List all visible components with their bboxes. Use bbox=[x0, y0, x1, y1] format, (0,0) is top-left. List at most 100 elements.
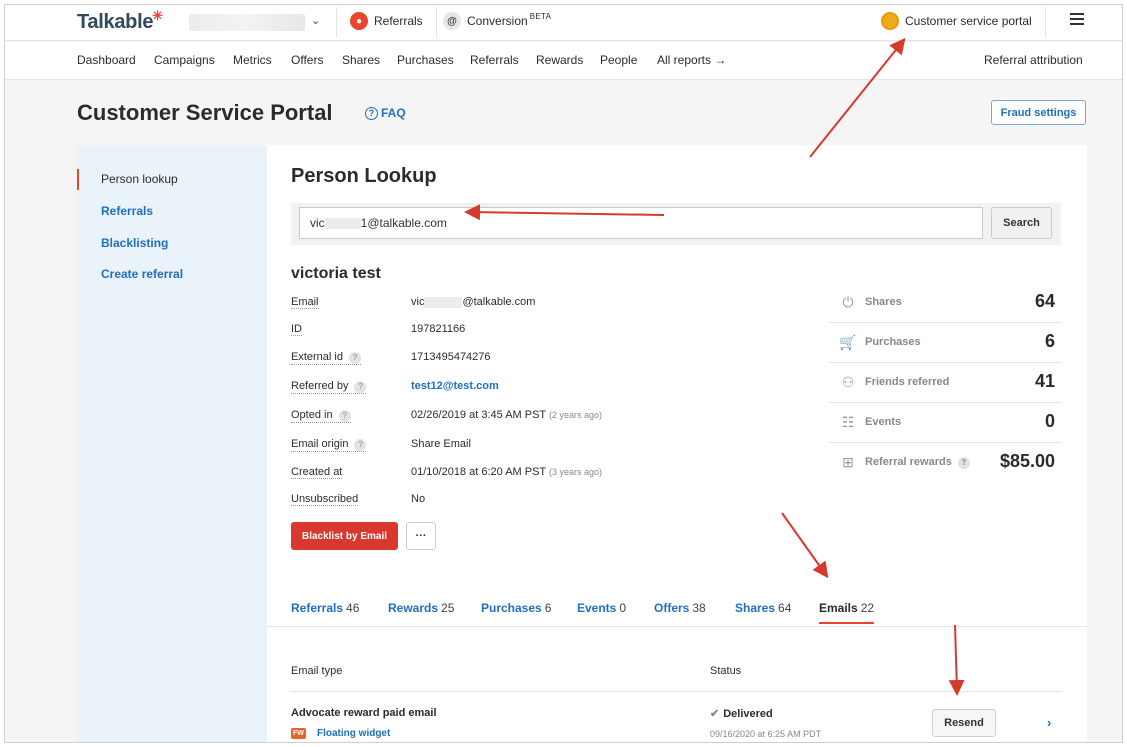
subnav-people[interactable]: People bbox=[600, 53, 637, 67]
field-label: Email origin? bbox=[291, 438, 367, 452]
divider bbox=[291, 691, 1061, 692]
subnav-offers[interactable]: Offers bbox=[291, 53, 323, 67]
hamburger-icon[interactable] bbox=[1070, 13, 1084, 28]
field-value: 01/10/2018 at 6:20 AM PST (3 years ago) bbox=[411, 466, 603, 478]
sidebar: Person lookup Referrals Blacklisting Cre… bbox=[77, 145, 267, 742]
site-selector[interactable] bbox=[189, 14, 305, 31]
field-id: ID 197821166 bbox=[291, 323, 811, 339]
stat-friends-referred: ⚇ Friends referred 41 bbox=[829, 363, 1061, 403]
field-value: 197821166 bbox=[411, 323, 466, 335]
field-label: ID bbox=[291, 323, 302, 336]
tab-events[interactable]: Events 0 bbox=[577, 601, 626, 615]
column-header-status: Status bbox=[710, 665, 742, 677]
talkable-logo[interactable]: Talkable✳ bbox=[77, 8, 164, 34]
field-value: vic @talkable.com bbox=[411, 296, 536, 308]
chevron-down-icon[interactable]: ⌄ bbox=[311, 14, 320, 27]
subnav-referrals[interactable]: Referrals bbox=[470, 53, 519, 67]
help-icon[interactable]: ? bbox=[354, 380, 367, 393]
app-window: Talkable✳ ⌄ ● Referrals @ Conversion BET… bbox=[4, 4, 1123, 743]
field-label: Created at bbox=[291, 466, 343, 479]
search-bar: vic 1@talkable.com Search bbox=[291, 203, 1061, 245]
topnav-conversion[interactable]: @ Conversion BETA bbox=[443, 12, 551, 30]
field-opted-in: Opted in? 02/26/2019 at 3:45 AM PST (2 y… bbox=[291, 409, 811, 425]
stat-value: 6 bbox=[1044, 331, 1055, 351]
column-header-email-type: Email type bbox=[291, 665, 343, 677]
help-icon[interactable]: ? bbox=[354, 438, 367, 451]
stats-panel: ⏻ Shares 64 🛒 Purchases 6 ⚇ Friends refe… bbox=[829, 283, 1061, 483]
field-label: Opted in? bbox=[291, 409, 351, 423]
faq-label: FAQ bbox=[381, 106, 406, 120]
at-sign-icon: @ bbox=[443, 12, 461, 30]
field-external-id: External id? 1713495474276 bbox=[291, 351, 811, 367]
search-button[interactable]: Search bbox=[991, 207, 1052, 239]
sidebar-item-create-referral[interactable]: Create referral bbox=[101, 267, 183, 281]
tab-referrals[interactable]: Referrals 46 bbox=[291, 601, 359, 615]
query-prefix: vic bbox=[310, 216, 325, 230]
field-email-origin: Email origin? Share Email bbox=[291, 438, 811, 454]
subnav-metrics[interactable]: Metrics bbox=[233, 53, 272, 67]
chevron-right-icon[interactable]: › bbox=[1047, 715, 1051, 730]
portal-label: Customer service portal bbox=[905, 14, 1032, 28]
stat-value: 64 bbox=[1034, 291, 1055, 311]
tab-emails[interactable]: Emails 22 bbox=[819, 601, 875, 624]
referrer-link[interactable]: test12@test.com bbox=[411, 380, 499, 392]
sidebar-item-referrals[interactable]: Referrals bbox=[101, 204, 153, 218]
subnav-all-reports[interactable]: All reports → bbox=[657, 53, 726, 67]
subnav-purchases[interactable]: Purchases bbox=[397, 53, 454, 67]
field-value: No bbox=[411, 493, 426, 505]
section-title: Person Lookup bbox=[291, 165, 437, 187]
stat-label: Friends referred bbox=[865, 376, 950, 388]
field-label: Unsubscribed bbox=[291, 493, 359, 506]
search-input[interactable]: vic 1@talkable.com bbox=[299, 207, 983, 239]
field-value: 1713495474276 bbox=[411, 351, 491, 363]
stat-label: Shares bbox=[865, 296, 902, 308]
more-actions-button[interactable]: ··· bbox=[406, 522, 436, 550]
blacklist-by-email-button[interactable]: Blacklist by Email bbox=[291, 522, 398, 550]
subnav-rewards[interactable]: Rewards bbox=[536, 53, 583, 67]
tab-offers[interactable]: Offers 38 bbox=[654, 601, 706, 615]
stat-value: 0 bbox=[1044, 411, 1055, 431]
sidebar-item-person-lookup[interactable]: Person lookup bbox=[101, 172, 178, 186]
fraud-settings-button[interactable]: Fraud settings bbox=[991, 100, 1086, 125]
subnav-dashboard[interactable]: Dashboard bbox=[77, 53, 136, 67]
field-label: Email bbox=[291, 296, 319, 309]
floating-widget-badge: FW bbox=[291, 728, 306, 739]
top-bar: Talkable✳ ⌄ ● Referrals @ Conversion BET… bbox=[5, 5, 1122, 41]
field-value: Share Email bbox=[411, 438, 471, 450]
help-icon[interactable]: ? bbox=[348, 351, 361, 364]
field-referred-by: Referred by? test12@test.com bbox=[291, 380, 811, 396]
check-icon: ✔ bbox=[710, 708, 720, 720]
stat-purchases: 🛒 Purchases 6 bbox=[829, 323, 1061, 363]
sidebar-item-blacklisting[interactable]: Blacklisting bbox=[101, 236, 168, 250]
help-icon[interactable]: ? bbox=[957, 456, 970, 469]
topnav-referrals[interactable]: ● Referrals bbox=[350, 12, 423, 30]
email-status: ✔ Delivered bbox=[710, 708, 773, 720]
tab-purchases[interactable]: Purchases 6 bbox=[481, 601, 551, 615]
resend-button[interactable]: Resend bbox=[932, 709, 996, 737]
field-unsubscribed: Unsubscribed No bbox=[291, 493, 811, 509]
customer-service-portal-link[interactable]: Customer service portal bbox=[881, 12, 1032, 30]
tab-shares[interactable]: Shares 64 bbox=[735, 601, 791, 615]
redacted-text bbox=[424, 296, 463, 308]
main-panel: Person Lookup vic 1@talkable.com Search v… bbox=[267, 145, 1087, 742]
tab-rewards[interactable]: Rewards 25 bbox=[388, 601, 454, 615]
divider bbox=[336, 7, 337, 38]
faq-link[interactable]: ? FAQ bbox=[365, 106, 406, 120]
stat-value: 41 bbox=[1034, 371, 1055, 391]
subnav-referral-attribution[interactable]: Referral attribution bbox=[984, 53, 1083, 67]
list-icon: ☷ bbox=[841, 414, 855, 430]
beta-badge: BETA bbox=[529, 11, 552, 21]
email-source-link[interactable]: Floating widget bbox=[317, 728, 390, 739]
email-status-time: 09/16/2020 at 6:25 AM PDT bbox=[710, 729, 822, 739]
field-created-at: Created at 01/10/2018 at 6:20 AM PST (3 … bbox=[291, 466, 811, 482]
referrals-icon: ● bbox=[350, 12, 368, 30]
subnav-campaigns[interactable]: Campaigns bbox=[154, 53, 215, 67]
stat-events: ☷ Events 0 bbox=[829, 403, 1061, 443]
help-icon[interactable]: ? bbox=[338, 409, 351, 422]
subnav-shares[interactable]: Shares bbox=[342, 53, 380, 67]
active-indicator bbox=[77, 169, 79, 190]
stat-shares: ⏻ Shares 64 bbox=[829, 283, 1061, 323]
person-name: victoria test bbox=[291, 265, 381, 282]
field-label: Referred by? bbox=[291, 380, 367, 394]
sub-nav: Dashboard Campaigns Metrics Offers Share… bbox=[5, 42, 1122, 80]
